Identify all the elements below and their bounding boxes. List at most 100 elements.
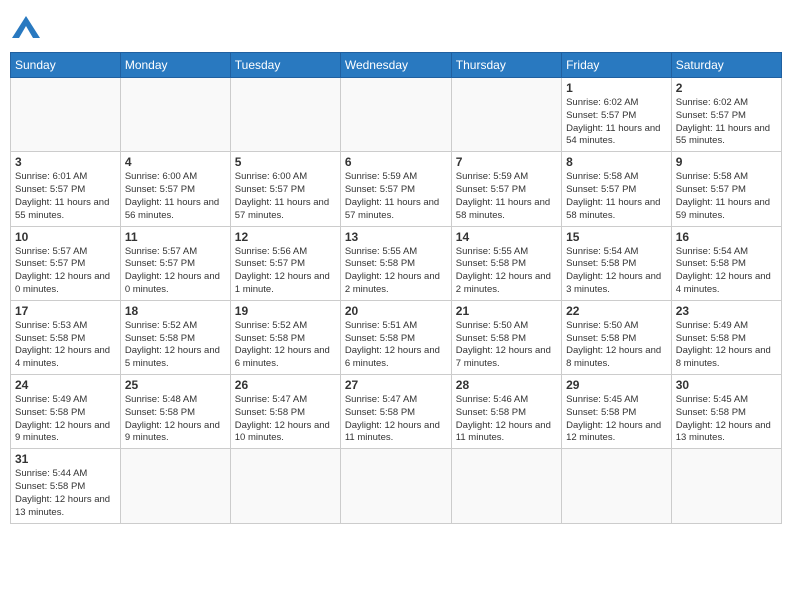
calendar-header-sunday: Sunday xyxy=(11,53,121,78)
calendar-cell: 15Sunrise: 5:54 AM Sunset: 5:58 PM Dayli… xyxy=(562,226,672,300)
day-number: 12 xyxy=(235,230,336,244)
day-info: Sunrise: 5:50 AM Sunset: 5:58 PM Dayligh… xyxy=(456,320,557,371)
day-info: Sunrise: 5:44 AM Sunset: 5:58 PM Dayligh… xyxy=(15,468,116,519)
day-info: Sunrise: 6:00 AM Sunset: 5:57 PM Dayligh… xyxy=(235,171,336,222)
calendar-cell xyxy=(671,449,781,523)
day-number: 14 xyxy=(456,230,557,244)
calendar-cell: 24Sunrise: 5:49 AM Sunset: 5:58 PM Dayli… xyxy=(11,375,121,449)
calendar-cell: 28 Sunrise: 5:46 AM Sunset: 5:58 PM Dayli… xyxy=(451,375,561,449)
day-info: Sunrise: 6:02 AM Sunset: 5:57 PM Dayligh… xyxy=(676,97,777,148)
day-info: Sunrise: 6:02 AM Sunset: 5:57 PM Dayligh… xyxy=(566,97,667,148)
day-info: Sunrise: 6:00 AM Sunset: 5:57 PM Dayligh… xyxy=(125,171,226,222)
day-number: 2 xyxy=(676,81,777,95)
day-info: Sunrise: 5:47 AM Sunset: 5:58 PM Dayligh… xyxy=(235,394,336,445)
day-number: 26 xyxy=(235,378,336,392)
calendar-cell xyxy=(11,78,121,152)
day-info: Sunrise: 5:58 AM Sunset: 5:57 PM Dayligh… xyxy=(676,171,777,222)
calendar-cell: 27 Sunrise: 5:47 AM Sunset: 5:58 PM Dayli… xyxy=(340,375,451,449)
day-number: 23 xyxy=(676,304,777,318)
calendar-cell: 25Sunrise: 5:48 AM Sunset: 5:58 PM Dayli… xyxy=(120,375,230,449)
calendar-cell xyxy=(451,78,561,152)
calendar-cell: 2 Sunrise: 6:02 AM Sunset: 5:57 PM Daylig… xyxy=(671,78,781,152)
calendar-header-wednesday: Wednesday xyxy=(340,53,451,78)
day-info: Sunrise: 5:52 AM Sunset: 5:58 PM Dayligh… xyxy=(235,320,336,371)
day-info: Sunrise: 5:45 AM Sunset: 5:58 PM Dayligh… xyxy=(566,394,667,445)
calendar-cell: 14Sunrise: 5:55 AM Sunset: 5:58 PM Dayli… xyxy=(451,226,561,300)
calendar-header-thursday: Thursday xyxy=(451,53,561,78)
calendar-header-monday: Monday xyxy=(120,53,230,78)
calendar-cell: 30 Sunrise: 5:45 AM Sunset: 5:58 PM Dayli… xyxy=(671,375,781,449)
day-info: Sunrise: 5:49 AM Sunset: 5:58 PM Dayligh… xyxy=(676,320,777,371)
day-info: Sunrise: 5:46 AM Sunset: 5:58 PM Dayligh… xyxy=(456,394,557,445)
calendar-cell xyxy=(230,78,340,152)
calendar-cell: 21Sunrise: 5:50 AM Sunset: 5:58 PM Dayli… xyxy=(451,300,561,374)
calendar-cell: 29 Sunrise: 5:45 AM Sunset: 5:58 PM Dayli… xyxy=(562,375,672,449)
day-number: 29 xyxy=(566,378,667,392)
calendar-week-row: 17Sunrise: 5:53 AM Sunset: 5:58 PM Dayli… xyxy=(11,300,782,374)
calendar-cell: 16Sunrise: 5:54 AM Sunset: 5:58 PM Dayli… xyxy=(671,226,781,300)
day-number: 19 xyxy=(235,304,336,318)
day-info: Sunrise: 5:59 AM Sunset: 5:57 PM Dayligh… xyxy=(456,171,557,222)
calendar-cell xyxy=(562,449,672,523)
calendar-week-row: 3Sunrise: 6:01 AM Sunset: 5:57 PM Daylig… xyxy=(11,152,782,226)
calendar-cell xyxy=(451,449,561,523)
calendar-header-saturday: Saturday xyxy=(671,53,781,78)
calendar-cell: 26 Sunrise: 5:47 AM Sunset: 5:58 PM Dayli… xyxy=(230,375,340,449)
header xyxy=(10,10,782,44)
calendar-cell: 12 Sunrise: 5:56 AM Sunset: 5:57 PM Dayli… xyxy=(230,226,340,300)
day-number: 9 xyxy=(676,155,777,169)
day-number: 24 xyxy=(15,378,116,392)
day-info: Sunrise: 5:55 AM Sunset: 5:58 PM Dayligh… xyxy=(345,246,447,297)
day-info: Sunrise: 5:56 AM Sunset: 5:57 PM Dayligh… xyxy=(235,246,336,297)
calendar-cell: 13 Sunrise: 5:55 AM Sunset: 5:58 PM Dayli… xyxy=(340,226,451,300)
calendar-cell: 8 Sunrise: 5:58 AM Sunset: 5:57 PM Daylig… xyxy=(562,152,672,226)
day-number: 27 xyxy=(345,378,447,392)
calendar-cell xyxy=(120,449,230,523)
calendar-header-tuesday: Tuesday xyxy=(230,53,340,78)
day-number: 31 xyxy=(15,452,116,466)
calendar: SundayMondayTuesdayWednesdayThursdayFrid… xyxy=(10,52,782,524)
day-number: 28 xyxy=(456,378,557,392)
day-number: 18 xyxy=(125,304,226,318)
calendar-cell: 31 Sunrise: 5:44 AM Sunset: 5:58 PM Dayli… xyxy=(11,449,121,523)
calendar-cell: 7Sunrise: 5:59 AM Sunset: 5:57 PM Daylig… xyxy=(451,152,561,226)
calendar-cell: 5 Sunrise: 6:00 AM Sunset: 5:57 PM Daylig… xyxy=(230,152,340,226)
calendar-header-friday: Friday xyxy=(562,53,672,78)
day-info: Sunrise: 5:50 AM Sunset: 5:58 PM Dayligh… xyxy=(566,320,667,371)
logo xyxy=(10,10,40,44)
day-number: 1 xyxy=(566,81,667,95)
day-number: 5 xyxy=(235,155,336,169)
calendar-header-row: SundayMondayTuesdayWednesdayThursdayFrid… xyxy=(11,53,782,78)
calendar-cell: 10Sunrise: 5:57 AM Sunset: 5:57 PM Dayli… xyxy=(11,226,121,300)
calendar-cell: 18Sunrise: 5:52 AM Sunset: 5:58 PM Dayli… xyxy=(120,300,230,374)
day-number: 13 xyxy=(345,230,447,244)
calendar-cell: 11 Sunrise: 5:57 AM Sunset: 5:57 PM Dayli… xyxy=(120,226,230,300)
calendar-cell: 6 Sunrise: 5:59 AM Sunset: 5:57 PM Daylig… xyxy=(340,152,451,226)
calendar-cell: 23 Sunrise: 5:49 AM Sunset: 5:58 PM Dayli… xyxy=(671,300,781,374)
calendar-cell xyxy=(230,449,340,523)
day-number: 25 xyxy=(125,378,226,392)
day-number: 30 xyxy=(676,378,777,392)
day-number: 11 xyxy=(125,230,226,244)
day-info: Sunrise: 5:51 AM Sunset: 5:58 PM Dayligh… xyxy=(345,320,447,371)
calendar-week-row: 24Sunrise: 5:49 AM Sunset: 5:58 PM Dayli… xyxy=(11,375,782,449)
calendar-week-row: 1 Sunrise: 6:02 AM Sunset: 5:57 PM Daylig… xyxy=(11,78,782,152)
day-info: Sunrise: 5:58 AM Sunset: 5:57 PM Dayligh… xyxy=(566,171,667,222)
calendar-week-row: 10Sunrise: 5:57 AM Sunset: 5:57 PM Dayli… xyxy=(11,226,782,300)
calendar-cell xyxy=(120,78,230,152)
day-number: 16 xyxy=(676,230,777,244)
day-info: Sunrise: 5:47 AM Sunset: 5:58 PM Dayligh… xyxy=(345,394,447,445)
day-info: Sunrise: 5:45 AM Sunset: 5:58 PM Dayligh… xyxy=(676,394,777,445)
day-number: 20 xyxy=(345,304,447,318)
calendar-cell: 9 Sunrise: 5:58 AM Sunset: 5:57 PM Daylig… xyxy=(671,152,781,226)
day-info: Sunrise: 5:57 AM Sunset: 5:57 PM Dayligh… xyxy=(125,246,226,297)
day-number: 22 xyxy=(566,304,667,318)
calendar-cell: 20 Sunrise: 5:51 AM Sunset: 5:58 PM Dayli… xyxy=(340,300,451,374)
calendar-cell: 4 Sunrise: 6:00 AM Sunset: 5:57 PM Daylig… xyxy=(120,152,230,226)
day-number: 8 xyxy=(566,155,667,169)
calendar-cell: 1 Sunrise: 6:02 AM Sunset: 5:57 PM Daylig… xyxy=(562,78,672,152)
day-info: Sunrise: 5:59 AM Sunset: 5:57 PM Dayligh… xyxy=(345,171,447,222)
day-number: 4 xyxy=(125,155,226,169)
day-number: 6 xyxy=(345,155,447,169)
logo-icon xyxy=(12,16,40,38)
